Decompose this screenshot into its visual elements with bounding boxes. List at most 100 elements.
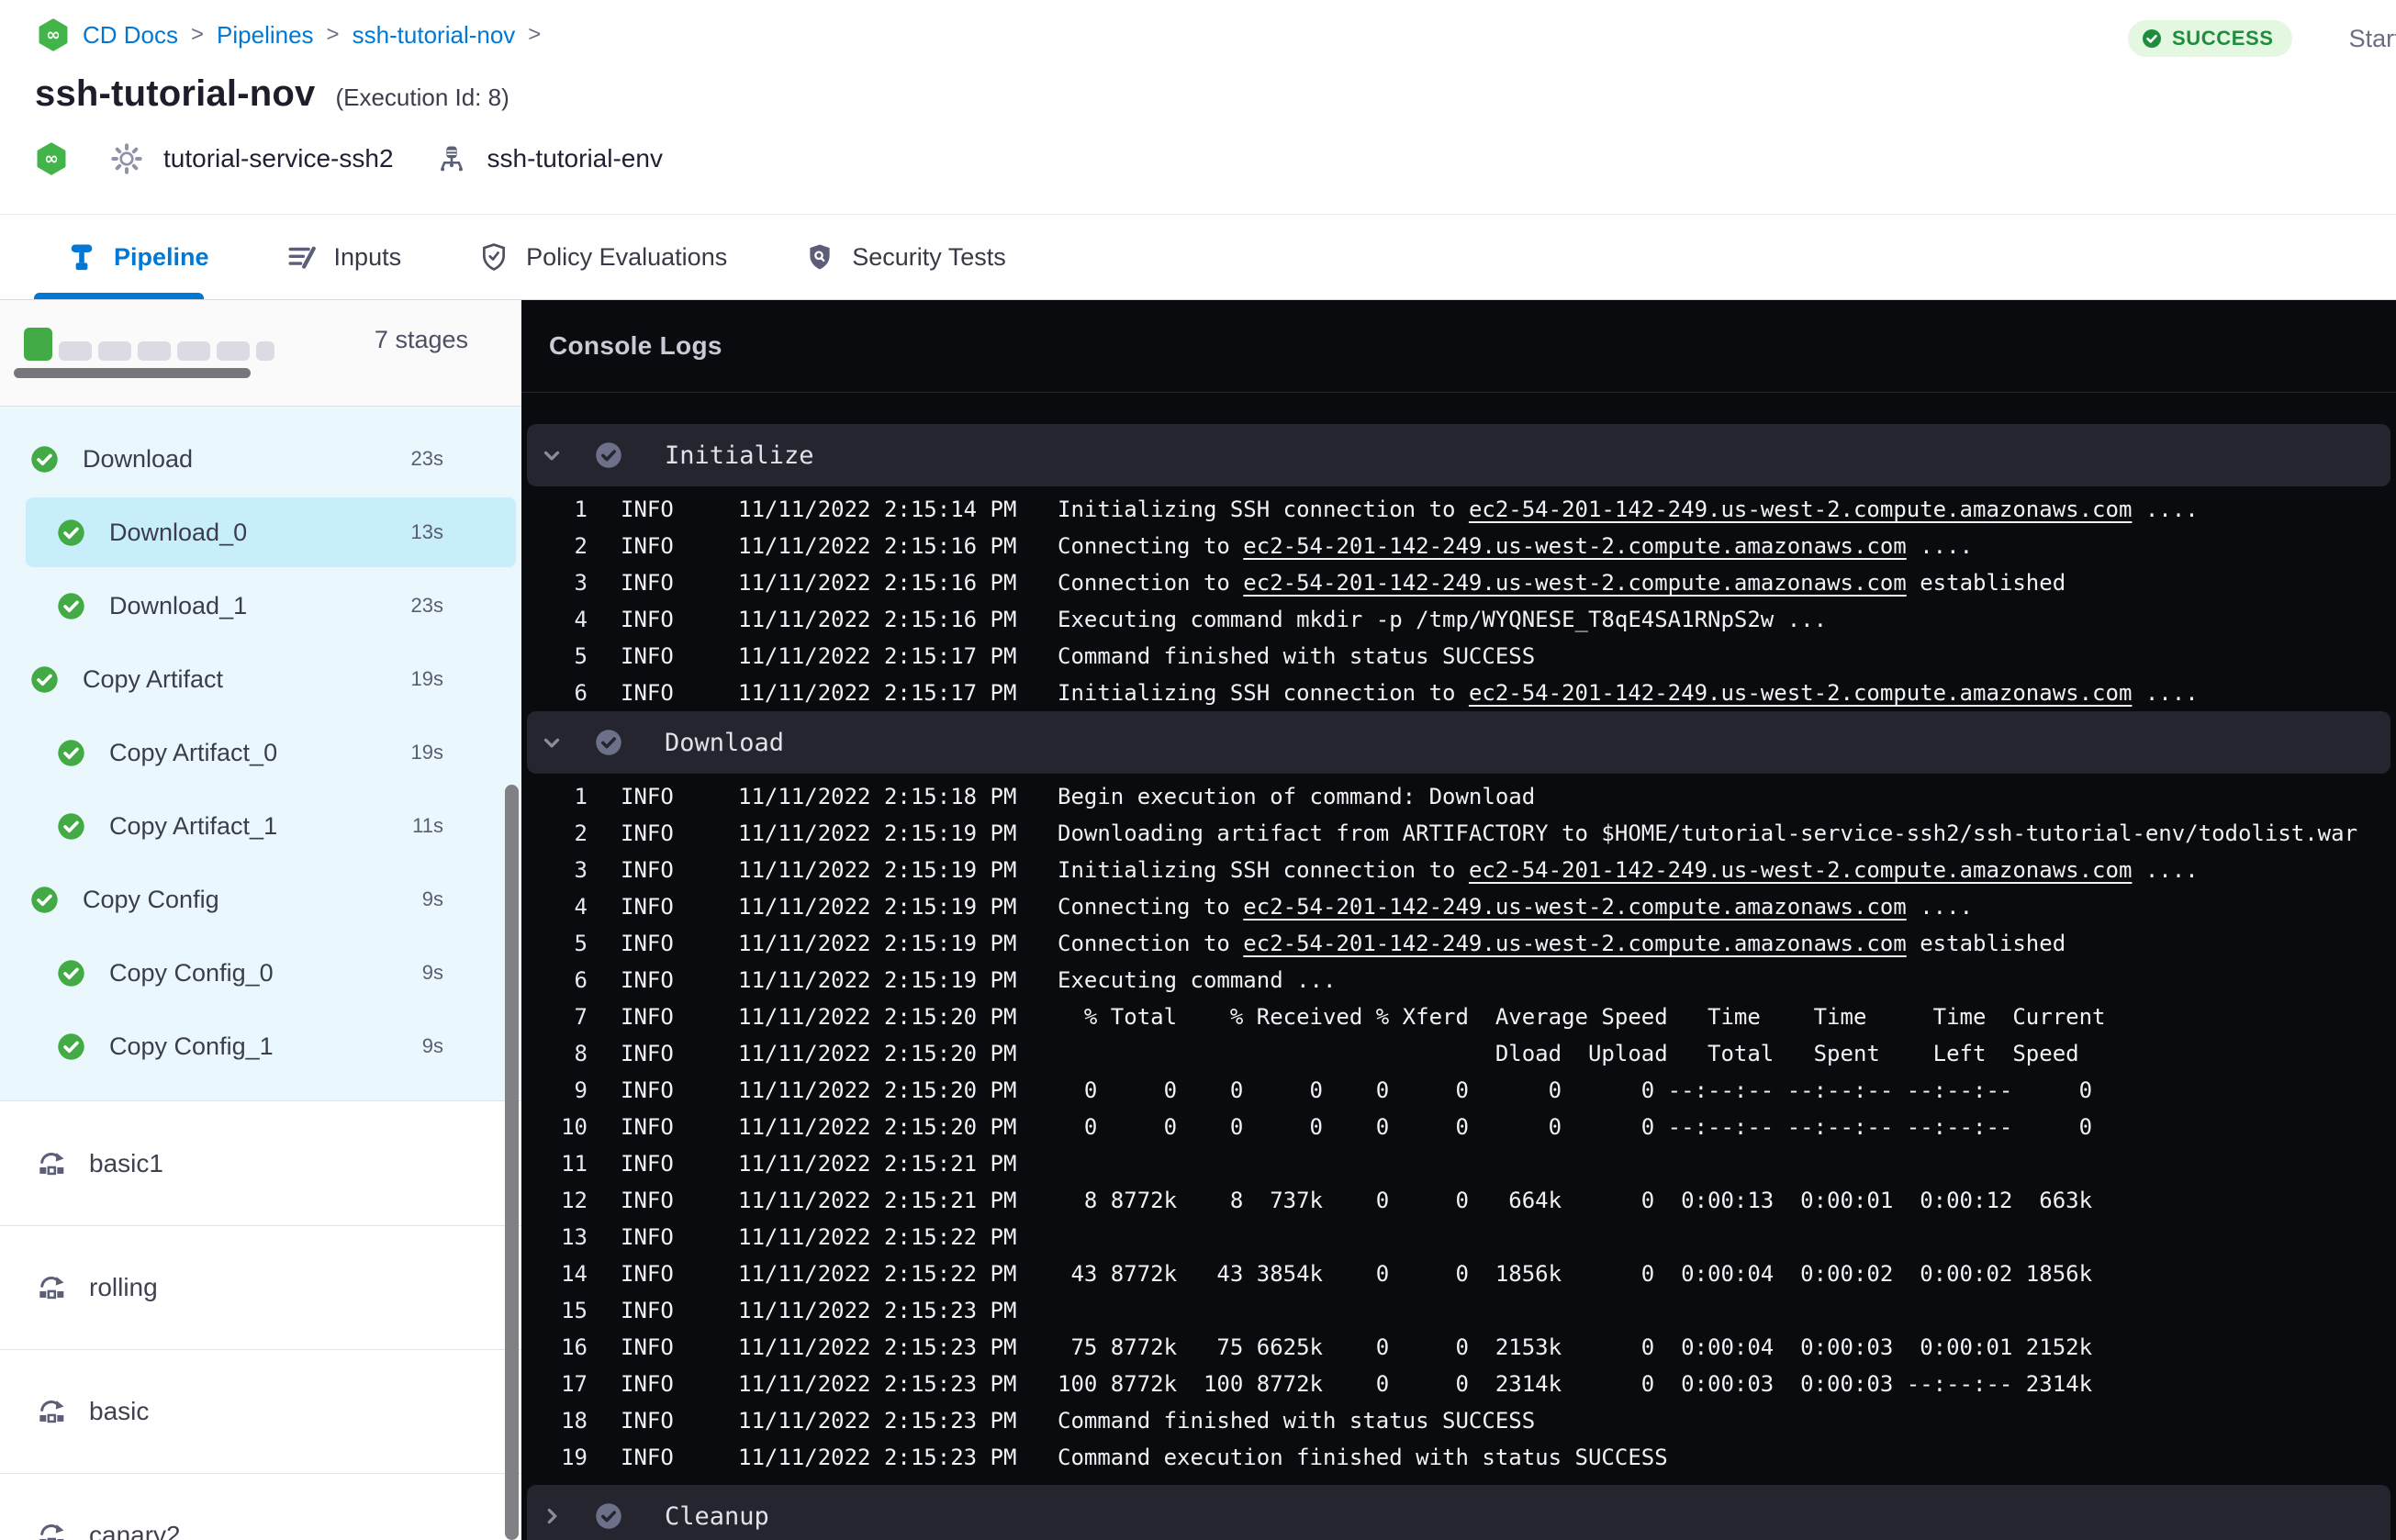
- log-line-number: 6: [574, 680, 588, 706]
- log-message: 8 8772k 8 737k 0 0 664k 0 0:00:13 0:00:0…: [1058, 1188, 2093, 1213]
- log-level: INFO: [621, 1188, 674, 1213]
- tab-pipeline[interactable]: Pipeline: [66, 241, 209, 273]
- stage-square-pending: [59, 341, 92, 361]
- log-line: 2 INFO 11/11/2022 2:15:19 PM Downloading ar…: [521, 815, 2396, 852]
- host-link[interactable]: ec2-54-201-142-249.us-west-2.compute.ama…: [1243, 894, 1906, 920]
- log-level: INFO: [621, 1041, 674, 1066]
- stage-progress-squares: [24, 328, 274, 361]
- execution-row-canary2[interactable]: canary2: [0, 1474, 521, 1540]
- log-timestamp: 11/11/2022 2:15:19 PM: [738, 931, 1017, 956]
- breadcrumb-pipelines[interactable]: Pipelines: [217, 21, 314, 50]
- log-line-number: 8: [574, 1041, 588, 1066]
- tab-label: Security Tests: [852, 242, 1006, 271]
- stage-row-download-0[interactable]: Download_0 13s: [0, 496, 521, 569]
- breadcrumb-separator: >: [326, 22, 340, 47]
- tab-inputs[interactable]: Inputs: [286, 241, 402, 273]
- log-level: INFO: [621, 570, 674, 596]
- log-level: INFO: [621, 680, 674, 706]
- log-message: Initializing SSH connection to ec2-54-20…: [1058, 497, 2199, 522]
- status-badge-label: SUCCESS: [2172, 27, 2274, 50]
- log-timestamp: 11/11/2022 2:15:14 PM: [738, 497, 1017, 522]
- log-line-number: 13: [561, 1224, 588, 1250]
- log-section-header-download[interactable]: Download: [527, 711, 2390, 774]
- log-level: INFO: [621, 497, 674, 522]
- host-link[interactable]: ec2-54-201-142-249.us-west-2.compute.ama…: [1243, 570, 1906, 596]
- log-line: 1 INFO 11/11/2022 2:15:18 PM Begin executio…: [521, 778, 2396, 815]
- host-link[interactable]: ec2-54-201-142-249.us-west-2.compute.ama…: [1469, 497, 2132, 522]
- log-timestamp: 11/11/2022 2:15:19 PM: [738, 857, 1017, 883]
- band-check-icon: [595, 441, 622, 469]
- gear-icon: [110, 142, 143, 175]
- stage-check-icon: [57, 739, 85, 767]
- log-timestamp: 11/11/2022 2:15:21 PM: [738, 1151, 1017, 1177]
- host-link[interactable]: ec2-54-201-142-249.us-west-2.compute.ama…: [1243, 533, 1906, 559]
- stage-row-copy-artifact-0[interactable]: Copy Artifact_0 19s: [0, 716, 521, 789]
- execution-row-basic[interactable]: basic: [0, 1350, 521, 1474]
- security-shield-icon: [804, 241, 835, 273]
- tab-security-tests[interactable]: Security Tests: [804, 241, 1006, 273]
- log-section-title: Download: [665, 728, 785, 757]
- pipeline-icon: [66, 241, 97, 273]
- environment-name[interactable]: ssh-tutorial-env: [487, 144, 663, 173]
- stage-duration: 9s: [421, 887, 443, 910]
- host-link[interactable]: ec2-54-201-142-249.us-west-2.compute.ama…: [1243, 931, 1906, 956]
- stage-row-copy-config[interactable]: Copy Config 9s: [0, 863, 521, 936]
- log-message: 0 0 0 0 0 0 0 0 --:--:-- --:--:-- --:--:…: [1058, 1077, 2093, 1103]
- stage-row-copy-artifact[interactable]: Copy Artifact 19s: [0, 642, 521, 716]
- stage-square-pending: [177, 341, 210, 361]
- log-message: Connecting to ec2-54-201-142-249.us-west…: [1058, 533, 1974, 559]
- log-line-number: 10: [561, 1114, 588, 1140]
- pipeline-execution-page: ∞ CD Docs > Pipelines > ssh-tutorial-nov…: [0, 0, 2396, 1540]
- log-line-number: 1: [574, 784, 588, 809]
- log-line: 18 INFO 11/11/2022 2:15:23 PM Command finis…: [521, 1402, 2396, 1439]
- stage-check-icon: [30, 445, 59, 474]
- breadcrumb-cd-docs[interactable]: CD Docs: [83, 21, 178, 50]
- stage-duration: 23s: [410, 447, 443, 470]
- harness-logo-icon: ∞: [35, 142, 68, 175]
- log-level: INFO: [621, 894, 674, 920]
- host-link[interactable]: ec2-54-201-142-249.us-west-2.compute.ama…: [1469, 680, 2132, 706]
- log-line: 5 INFO 11/11/2022 2:15:17 PM Command finish…: [521, 638, 2396, 675]
- breadcrumb-pipeline-name[interactable]: ssh-tutorial-nov: [353, 21, 516, 50]
- tab-bar: Pipeline Inputs Policy Evaluations Security…: [0, 214, 2396, 300]
- log-line: 15 INFO 11/11/2022 2:15:23 PM: [521, 1292, 2396, 1329]
- stage-row-copy-config-1[interactable]: Copy Config_1 9s: [0, 1010, 521, 1083]
- log-message: Connecting to ec2-54-201-142-249.us-west…: [1058, 894, 1974, 920]
- log-timestamp: 11/11/2022 2:15:23 PM: [738, 1445, 1017, 1470]
- tab-label: Inputs: [333, 242, 402, 271]
- stage-name: Copy Artifact: [83, 664, 224, 693]
- stage-name: Download_1: [109, 591, 248, 619]
- chevron-down-icon: [540, 731, 564, 754]
- log-level: INFO: [621, 1114, 674, 1140]
- log-timestamp: 11/11/2022 2:15:21 PM: [738, 1188, 1017, 1213]
- execution-row-basic1[interactable]: basic1: [0, 1102, 521, 1226]
- stage-check-icon: [57, 592, 85, 620]
- log-timestamp: 11/11/2022 2:15:20 PM: [738, 1114, 1017, 1140]
- host-link[interactable]: ec2-54-201-142-249.us-west-2.compute.ama…: [1469, 857, 2132, 883]
- service-name[interactable]: tutorial-service-ssh2: [163, 144, 394, 173]
- log-line-number: 5: [574, 643, 588, 669]
- tab-policy-evaluations[interactable]: Policy Evaluations: [478, 241, 727, 273]
- stage-row-download-1[interactable]: Download_1 23s: [0, 569, 521, 642]
- stage-row-copy-artifact-1[interactable]: Copy Artifact_1 11s: [0, 789, 521, 863]
- execution-row-rolling[interactable]: rolling: [0, 1226, 521, 1350]
- log-timestamp: 11/11/2022 2:15:20 PM: [738, 1041, 1017, 1066]
- stage-row-download[interactable]: Download 23s: [0, 422, 521, 496]
- log-message: % Total % Received % Xferd Average Speed…: [1058, 1004, 2106, 1030]
- log-section-title: Initialize: [665, 441, 814, 470]
- log-line: 3 INFO 11/11/2022 2:15:19 PM Initializing S…: [521, 852, 2396, 888]
- page-header: ∞ CD Docs > Pipelines > ssh-tutorial-nov…: [0, 0, 2396, 214]
- band-check-icon: [595, 1502, 622, 1530]
- stage-progress-scrollbar[interactable]: [14, 368, 251, 378]
- log-section-header-initialize[interactable]: Initialize: [527, 424, 2390, 486]
- environment-icon: [436, 143, 467, 174]
- chevron-right-icon: [540, 1504, 564, 1528]
- log-level: INFO: [621, 643, 674, 669]
- stage-square-pending: [256, 341, 274, 361]
- log-section-header-cleanup[interactable]: Cleanup: [527, 1485, 2390, 1540]
- log-level: INFO: [621, 784, 674, 809]
- stage-row-copy-config-0[interactable]: Copy Config_0 9s: [0, 936, 521, 1010]
- stage-name: Copy Config_0: [109, 958, 274, 987]
- band-check-icon: [595, 729, 622, 756]
- sidebar-scrollbar[interactable]: [505, 785, 519, 1540]
